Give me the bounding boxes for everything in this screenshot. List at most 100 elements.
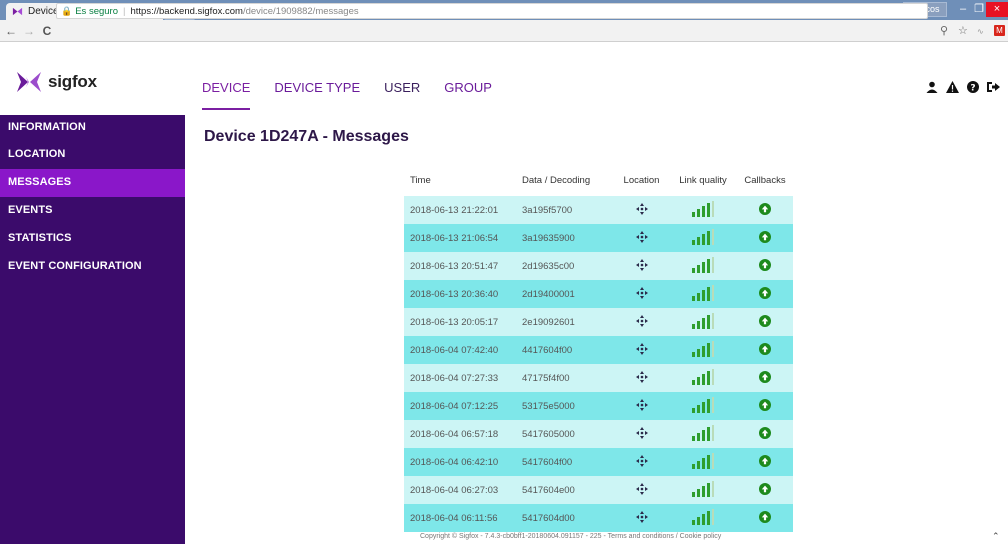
location-icon[interactable]	[635, 286, 648, 299]
url-bar[interactable]: 🔒 Es seguro | https://backend.sigfox.com…	[56, 3, 928, 19]
callback-ok-icon[interactable]	[759, 398, 771, 411]
sidebar-item-statistics[interactable]: STATISTICS	[0, 225, 185, 253]
sidebar-item-event-configuration[interactable]: EVENT CONFIGURATION	[0, 253, 185, 281]
callback-ok-icon[interactable]	[759, 258, 771, 271]
alert-icon[interactable]	[946, 81, 959, 96]
cell-data: 3a195f5700	[522, 196, 614, 224]
signal-bars-icon[interactable]	[692, 397, 714, 413]
bookmark-star-icon[interactable]: ☆	[958, 24, 968, 37]
table-row[interactable]: 2018-06-04 06:42:10 5417604f00	[404, 448, 793, 476]
signal-bars-icon[interactable]	[692, 313, 714, 329]
cell-data: 2d19635c00	[522, 252, 614, 280]
back-icon[interactable]: ←	[4, 24, 18, 38]
table-row[interactable]: 2018-06-13 20:05:17 2e19092601	[404, 308, 793, 336]
messages-table-body: 2018-06-13 21:22:01 3a195f5700 2018-06-13 …	[404, 196, 793, 532]
column-header-link-quality[interactable]: Link quality	[669, 165, 737, 196]
column-header-data[interactable]: Data / Decoding	[522, 165, 614, 196]
table-row[interactable]: 2018-06-04 06:27:03 5417604e00	[404, 476, 793, 504]
location-icon[interactable]	[635, 230, 648, 243]
sidebar-item-events[interactable]: EVENTS	[0, 197, 185, 225]
sigfox-logo[interactable]: sigfox	[16, 71, 97, 93]
messages-table: Time Data / Decoding Location Link quali…	[404, 165, 793, 532]
zoom-icon[interactable]: ⚲	[940, 24, 948, 37]
location-icon[interactable]	[635, 398, 648, 411]
table-row[interactable]: 2018-06-13 21:22:01 3a195f5700	[404, 196, 793, 224]
scroll-up-icon[interactable]: ⌃	[992, 531, 1000, 542]
nav-group[interactable]: GROUP	[444, 80, 492, 110]
table-row[interactable]: 2018-06-04 07:27:33 47175f4f00	[404, 364, 793, 392]
cell-callbacks	[737, 336, 793, 364]
table-row[interactable]: 2018-06-04 06:11:56 5417604d00	[404, 504, 793, 532]
nav-device-type[interactable]: DEVICE TYPE	[274, 80, 360, 110]
callback-ok-icon[interactable]	[759, 342, 771, 355]
callback-ok-icon[interactable]	[759, 482, 771, 495]
callback-ok-icon[interactable]	[759, 426, 771, 439]
callback-ok-icon[interactable]	[759, 202, 771, 215]
callback-ok-icon[interactable]	[759, 230, 771, 243]
callback-ok-icon[interactable]	[759, 454, 771, 467]
cell-data: 5417604e00	[522, 476, 614, 504]
signal-bars-icon[interactable]	[692, 425, 714, 441]
signal-bars-icon[interactable]	[692, 509, 714, 525]
cell-link-quality	[669, 308, 737, 336]
location-icon[interactable]	[635, 258, 648, 271]
table-row[interactable]: 2018-06-13 21:06:54 3a19635900	[404, 224, 793, 252]
location-icon[interactable]	[635, 342, 648, 355]
cell-callbacks	[737, 224, 793, 252]
callback-ok-icon[interactable]	[759, 286, 771, 299]
logout-icon[interactable]	[987, 81, 1000, 96]
sidebar-item-location[interactable]: LOCATION	[0, 141, 185, 169]
table-row[interactable]: 2018-06-04 06:57:18 5417605000	[404, 420, 793, 448]
location-icon[interactable]	[635, 370, 648, 383]
svg-text:?: ?	[970, 83, 975, 93]
nav-device[interactable]: DEVICE	[202, 80, 251, 110]
callback-ok-icon[interactable]	[759, 314, 771, 327]
reload-icon[interactable]: C	[40, 24, 54, 38]
nav-user[interactable]: USER	[384, 80, 420, 110]
user-icon[interactable]	[926, 81, 938, 96]
signal-bars-icon[interactable]	[692, 229, 714, 245]
extension-red-icon[interactable]: M	[994, 25, 1005, 36]
cell-callbacks	[737, 252, 793, 280]
cell-link-quality	[669, 392, 737, 420]
cell-link-quality	[669, 224, 737, 252]
location-icon[interactable]	[635, 314, 648, 327]
table-row[interactable]: 2018-06-13 20:36:40 2d19400001	[404, 280, 793, 308]
cell-location	[614, 420, 669, 448]
signal-bars-icon[interactable]	[692, 453, 714, 469]
callback-ok-icon[interactable]	[759, 510, 771, 523]
cell-time: 2018-06-13 20:51:47	[404, 252, 522, 280]
table-row[interactable]: 2018-06-13 20:51:47 2d19635c00	[404, 252, 793, 280]
url-separator: |	[123, 5, 126, 17]
security-label: Es seguro	[75, 5, 118, 17]
cell-callbacks	[737, 448, 793, 476]
sidebar-item-messages[interactable]: MESSAGES	[0, 169, 185, 197]
sidebar-item-information[interactable]: INFORMATION	[0, 115, 185, 141]
table-row[interactable]: 2018-06-04 07:12:25 53175e5000	[404, 392, 793, 420]
location-icon[interactable]	[635, 454, 648, 467]
table-header-row: Time Data / Decoding Location Link quali…	[404, 165, 793, 196]
location-icon[interactable]	[635, 202, 648, 215]
signal-bars-icon[interactable]	[692, 481, 714, 497]
callback-ok-icon[interactable]	[759, 370, 771, 383]
signal-bars-icon[interactable]	[692, 201, 714, 217]
signal-bars-icon[interactable]	[692, 369, 714, 385]
top-nav: DEVICE DEVICE TYPE USER GROUP	[202, 80, 516, 110]
cell-callbacks	[737, 364, 793, 392]
location-icon[interactable]	[635, 482, 648, 495]
close-window-button[interactable]: ×	[986, 2, 1008, 17]
signal-bars-icon[interactable]	[692, 285, 714, 301]
cell-link-quality	[669, 280, 737, 308]
table-row[interactable]: 2018-06-04 07:42:40 4417604f00	[404, 336, 793, 364]
signal-bars-icon[interactable]	[692, 341, 714, 357]
signal-bars-icon[interactable]	[692, 257, 714, 273]
extension-icon[interactable]: ∿	[977, 27, 984, 36]
location-icon[interactable]	[635, 510, 648, 523]
forward-icon[interactable]: →	[22, 24, 36, 38]
location-icon[interactable]	[635, 426, 648, 439]
column-header-time[interactable]: Time	[404, 165, 522, 196]
help-icon[interactable]: ?	[967, 81, 979, 96]
column-header-location[interactable]: Location	[614, 165, 669, 196]
column-header-callbacks[interactable]: Callbacks	[737, 165, 793, 196]
cell-time: 2018-06-04 06:42:10	[404, 448, 522, 476]
